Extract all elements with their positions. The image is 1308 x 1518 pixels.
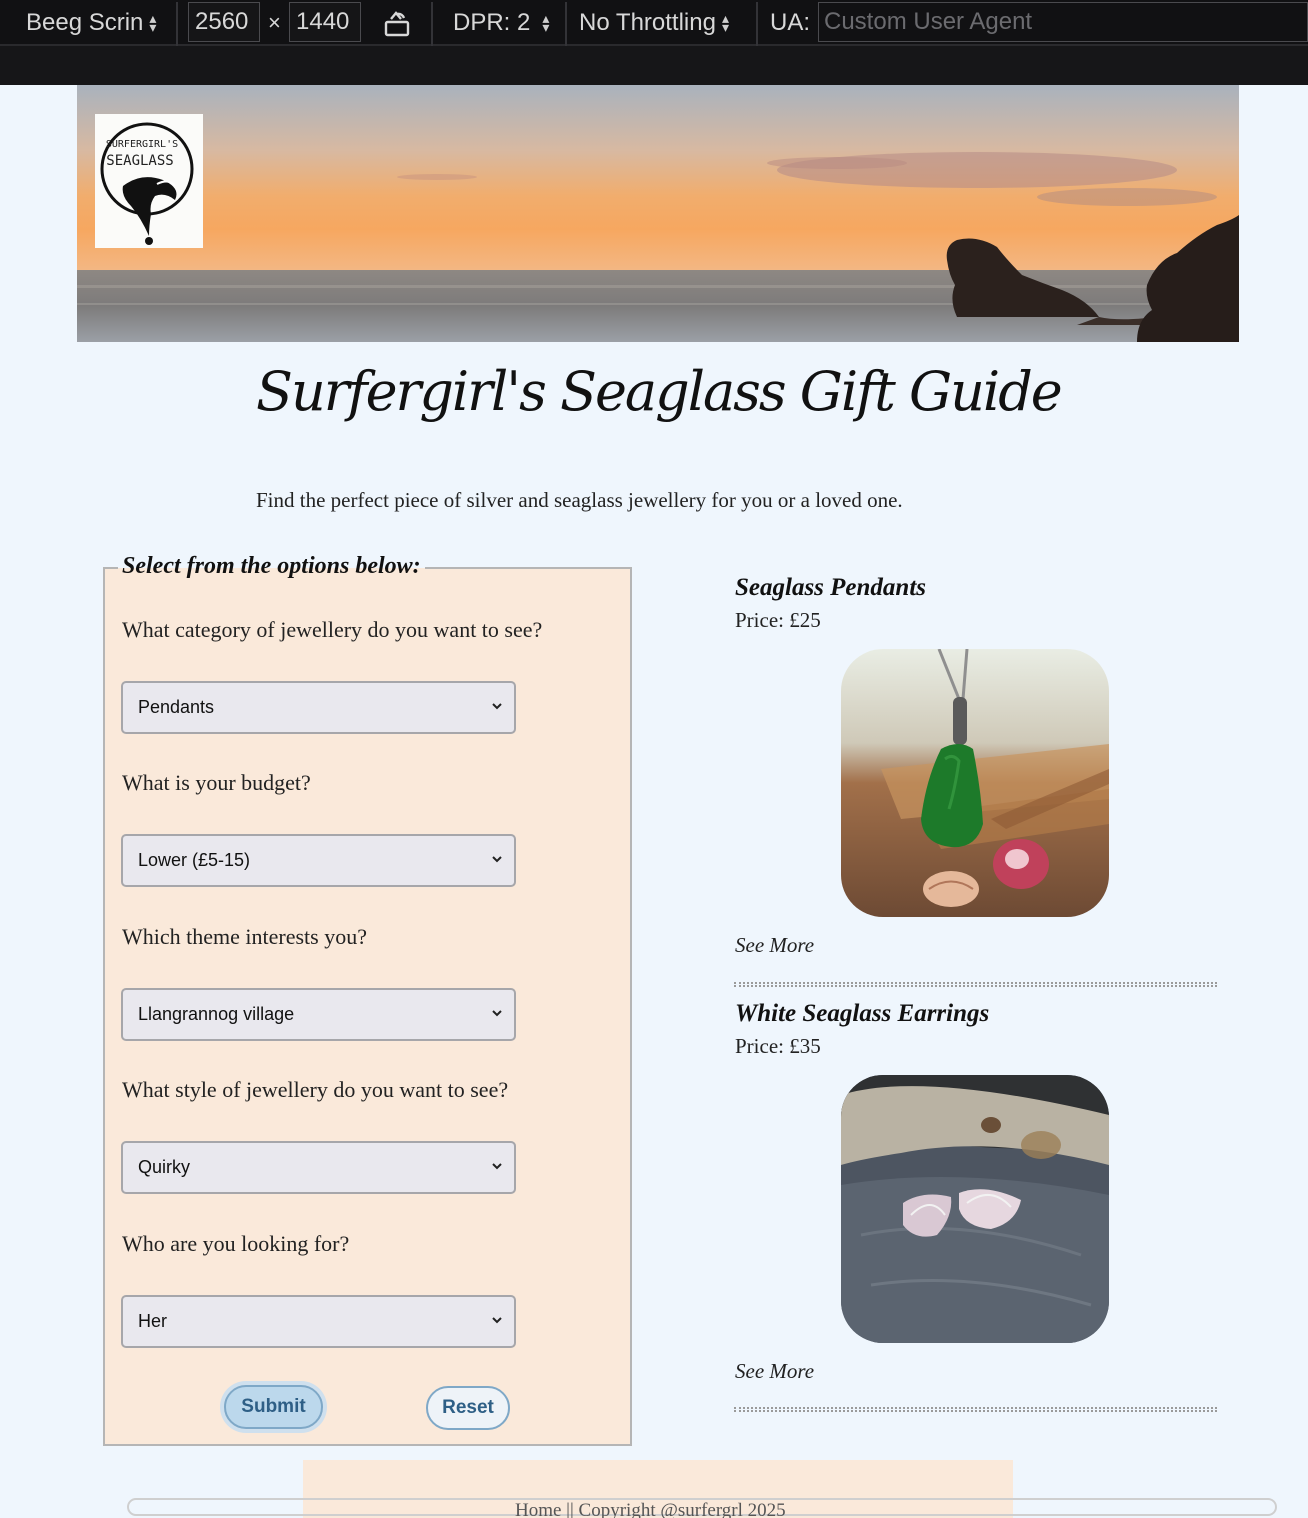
device-select-value: Beeg Scrin xyxy=(26,9,144,36)
device-select[interactable]: Beeg Scrin ▴ ▾ xyxy=(26,0,156,46)
form-legend: Select from the options below: xyxy=(118,553,425,580)
theme-select-value: Llangrannog village xyxy=(138,1004,295,1024)
see-more-link[interactable]: See More xyxy=(735,1359,814,1384)
budget-select[interactable]: Lower (£5-15) xyxy=(121,834,516,887)
toolbar-separator xyxy=(756,2,758,46)
dpr-select[interactable]: DPR: 2 ▴ ▾ xyxy=(453,0,549,46)
style-select-value: Quirky xyxy=(138,1157,191,1177)
recipient-select[interactable]: Her xyxy=(121,1295,516,1348)
dimension-times-sign: × xyxy=(268,10,281,35)
ua-label: UA: xyxy=(770,9,811,36)
style-select[interactable]: Quirky xyxy=(121,1141,516,1194)
product-title: White Seaglass Earrings xyxy=(735,1000,990,1027)
toolbar-separator xyxy=(565,2,567,46)
footer-text: Home || Copyright @surfergrl 2025 xyxy=(515,1500,786,1518)
sunset-sea-image xyxy=(77,85,1239,342)
submit-button[interactable]: Submit xyxy=(224,1385,323,1429)
throttling-select-value: No Throttling xyxy=(579,9,716,36)
style-question: What style of jewellery do you want to s… xyxy=(122,1077,509,1102)
product-divider xyxy=(734,1407,1217,1412)
reset-button[interactable]: Reset xyxy=(426,1386,510,1430)
devtools-device-toolbar: Beeg Scrin ▴ ▾ 2560 × 1440 DPR: 2 ▴ ▾ No T… xyxy=(0,0,1308,85)
toolbar-separator xyxy=(176,2,178,46)
rotate-button[interactable] xyxy=(382,0,412,46)
category-select-value: Pendants xyxy=(138,697,215,717)
white-seaglass-earrings-image xyxy=(841,1075,1109,1343)
updown-arrows-icon: ▴ ▾ xyxy=(149,10,157,35)
product-price: Price: £35 xyxy=(735,1034,821,1058)
theme-select[interactable]: Llangrannog village xyxy=(121,988,516,1041)
chevron-down-icon xyxy=(492,1010,502,1017)
recipient-question: Who are you looking for? xyxy=(122,1231,350,1256)
site-logo[interactable]: SURFERGIRL'S SEAGLASS xyxy=(95,114,203,248)
page-title: Surfergirl's Seaglass Gift Guide xyxy=(256,360,1063,423)
updown-arrows-icon: ▴ ▾ xyxy=(542,10,550,35)
budget-question: What is your budget? xyxy=(122,770,311,795)
chevron-down-icon xyxy=(492,703,502,710)
budget-select-value: Lower (£5-15) xyxy=(138,850,251,870)
earrings-product-image[interactable] xyxy=(841,1075,1109,1343)
updown-arrows-icon: ▴ ▾ xyxy=(721,10,729,35)
chevron-down-icon xyxy=(492,856,502,863)
svg-text:SURFERGIRL'S: SURFERGIRL'S xyxy=(106,139,178,150)
theme-question: Which theme interests you? xyxy=(122,924,367,949)
width-input[interactable]: 2560 xyxy=(188,2,260,42)
toolbar-separator xyxy=(431,2,433,46)
recipient-select-value: Her xyxy=(138,1311,168,1331)
green-seaglass-pendant-image xyxy=(841,649,1109,917)
product-price: Price: £25 xyxy=(735,608,821,632)
chevron-down-icon xyxy=(492,1163,502,1170)
header-banner-image xyxy=(77,85,1239,342)
chevron-down-icon xyxy=(492,1317,502,1324)
category-select[interactable]: Pendants xyxy=(121,681,516,734)
dpr-select-value: DPR: 2 xyxy=(453,9,531,36)
user-agent-input[interactable]: Custom User Agent xyxy=(818,2,1308,42)
product-divider xyxy=(734,982,1217,987)
page-subtitle: Find the perfect piece of silver and sea… xyxy=(256,488,903,512)
see-more-link[interactable]: See More xyxy=(735,933,814,958)
height-input[interactable]: 1440 xyxy=(289,2,361,42)
pendant-product-image[interactable] xyxy=(841,649,1109,917)
svg-text:SEAGLASS: SEAGLASS xyxy=(106,153,173,169)
seaglass-logo-image: SURFERGIRL'S SEAGLASS xyxy=(100,122,194,245)
rotate-icon xyxy=(384,11,410,37)
throttling-select[interactable]: No Throttling ▴ ▾ xyxy=(579,0,729,46)
category-question: What category of jewellery do you want t… xyxy=(122,617,543,642)
product-title: Seaglass Pendants xyxy=(735,574,927,601)
